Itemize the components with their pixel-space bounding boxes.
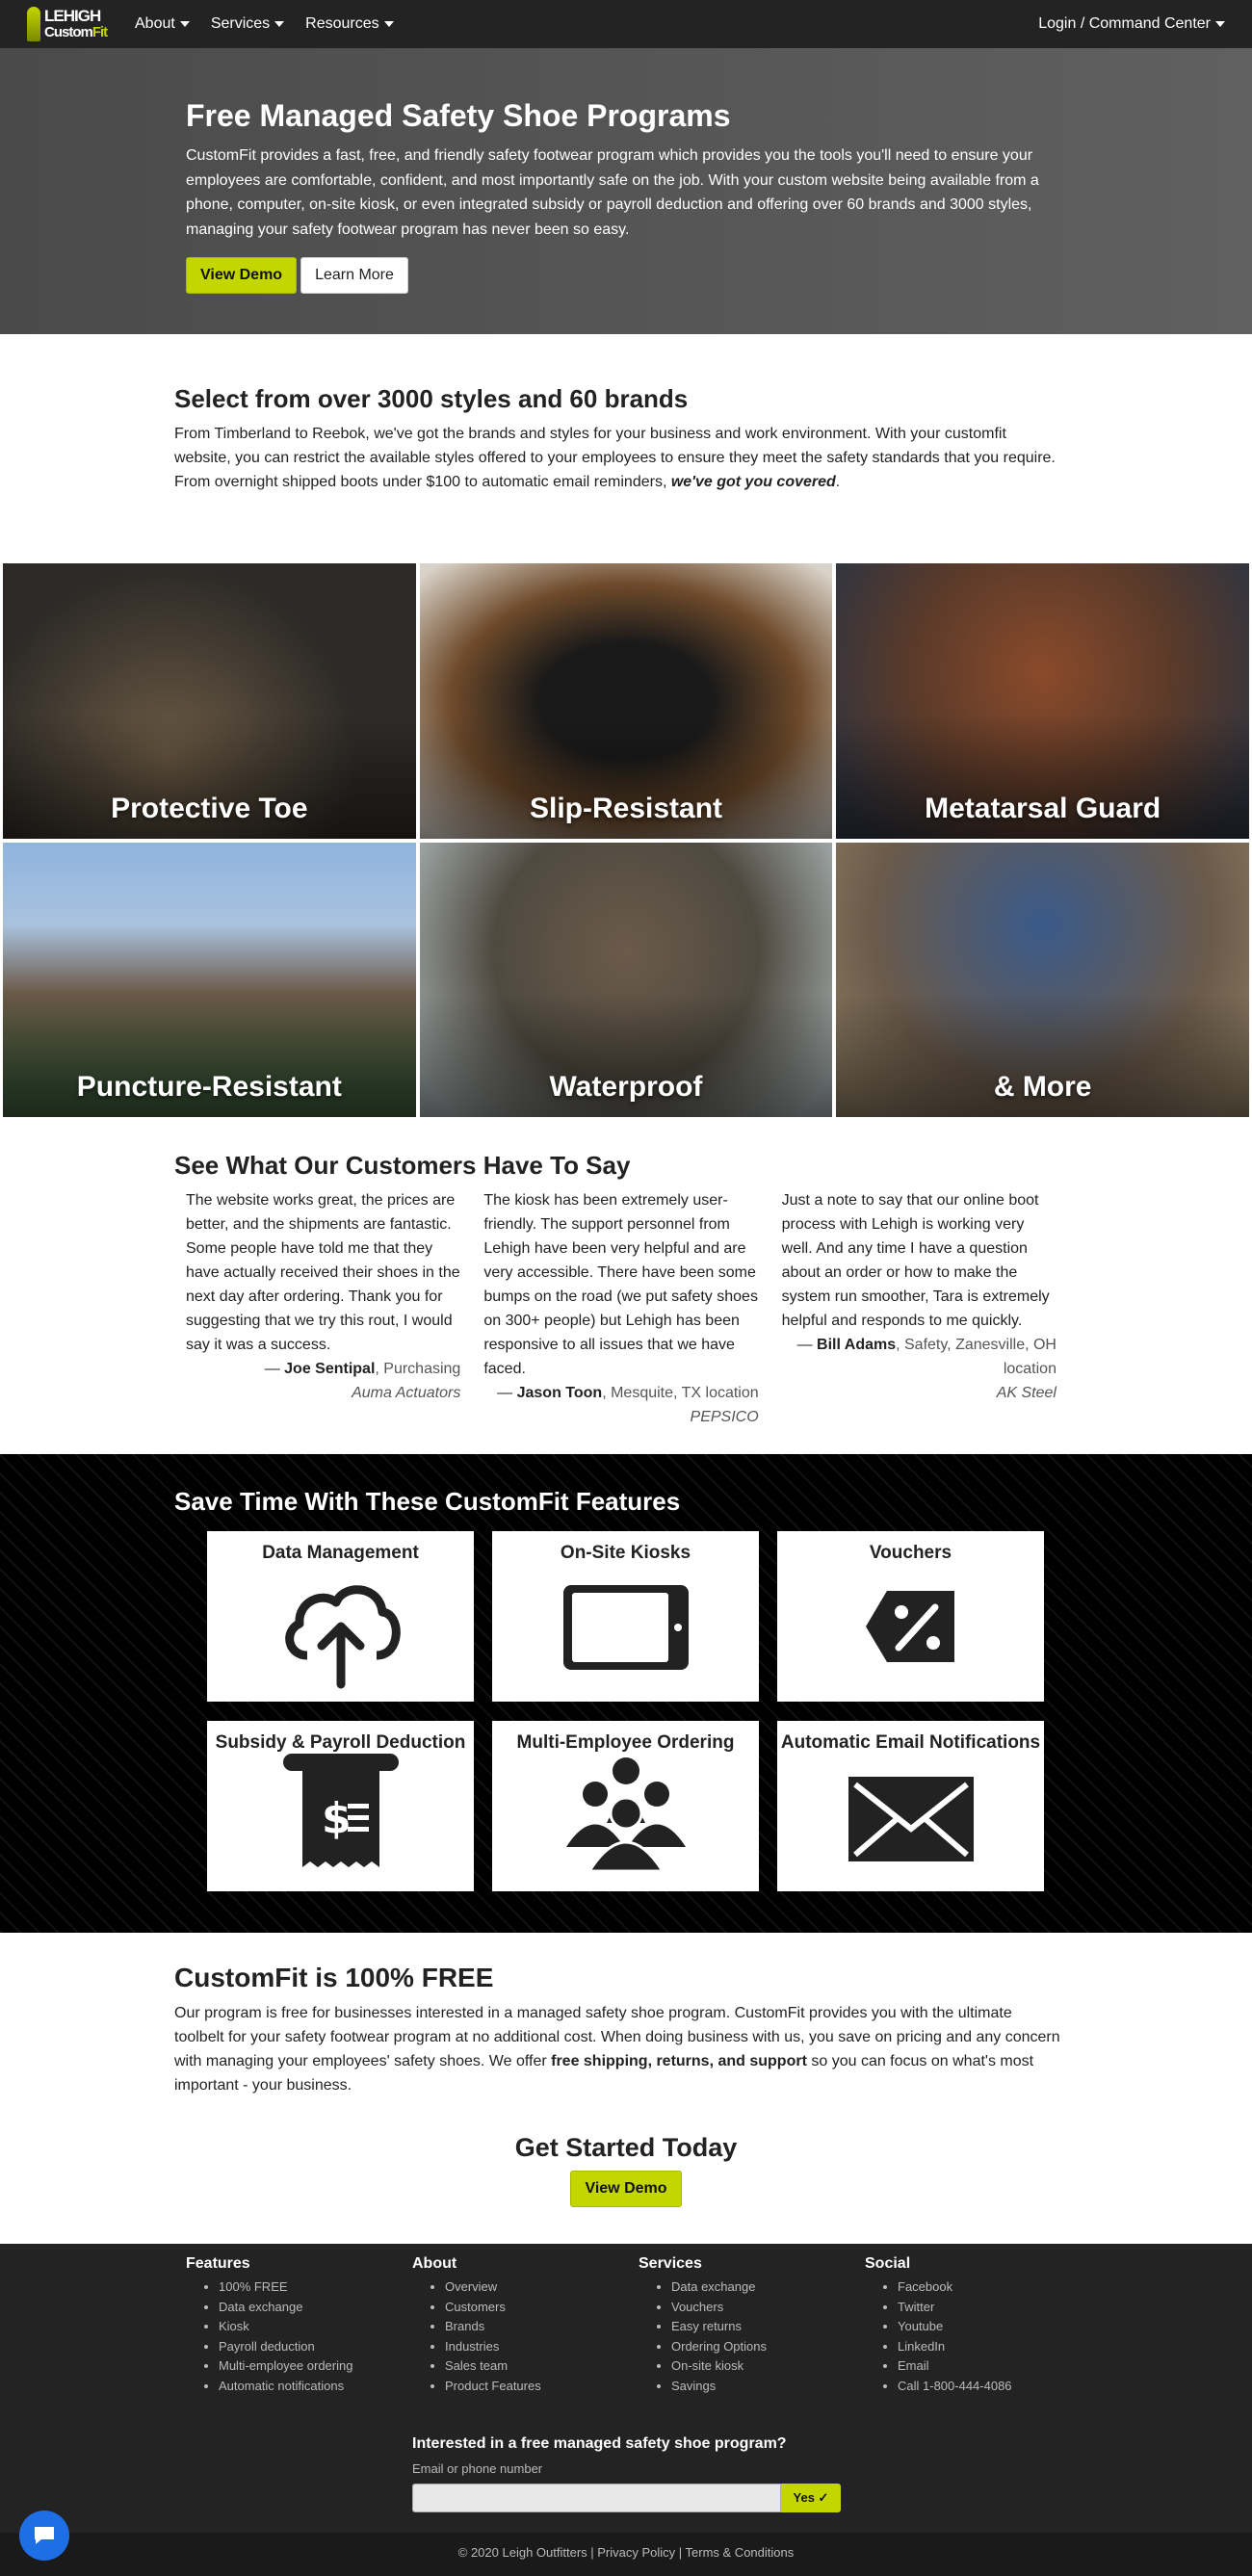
hero-text: CustomFit provides a fast, free, and fri… — [186, 147, 1039, 238]
users-icon — [565, 1757, 686, 1873]
features-title: Save Time With These CustomFit Features — [174, 1487, 681, 1516]
copyright-bar: © 2020 Leigh Outfitters | Privacy Policy… — [0, 2533, 1252, 2576]
footer-link[interactable]: Call 1-800-444-4086 — [898, 2377, 1091, 2397]
receipt-icon: $ — [282, 1754, 399, 1867]
caret-down-icon — [179, 21, 190, 27]
nav-about[interactable]: About — [135, 15, 190, 33]
tile-waterproof[interactable]: Waterproof — [419, 842, 833, 1117]
learn-more-button[interactable]: Learn More — [300, 257, 408, 294]
footer-link[interactable]: 100% FREE — [219, 2277, 412, 2298]
top-nav: LEHIGH CustomFit About Services Resource… — [0, 0, 1252, 48]
footer-link[interactable]: Industries — [445, 2337, 639, 2357]
footer: Features 100% FREE Data exchange Kiosk P… — [0, 2244, 1252, 2533]
signup-label: Email or phone number — [412, 2461, 543, 2476]
cloud-upload-icon — [284, 1585, 401, 1689]
footer-link[interactable]: Overview — [445, 2277, 639, 2298]
get-started-title: Get Started Today — [514, 2133, 738, 2162]
footer-link[interactable]: Multi-employee ordering — [219, 2356, 412, 2377]
footer-link[interactable]: Vouchers — [671, 2298, 865, 2318]
percent-tag-icon — [865, 1591, 954, 1662]
free-text: Our program is free for businesses inter… — [174, 2005, 1060, 2094]
logo-text-custom: Custom — [44, 24, 93, 40]
signup-title: Interested in a free managed safety shoe… — [412, 2435, 787, 2452]
footer-link[interactable]: Customers — [445, 2298, 639, 2318]
testimonials-title: See What Our Customers Have To Say — [174, 1151, 631, 1180]
chat-button[interactable] — [19, 2511, 69, 2561]
footer-col-social: Social Facebook Twitter Youtube LinkedIn… — [865, 2255, 1091, 2396]
footer-link[interactable]: Easy returns — [671, 2317, 865, 2337]
footer-link[interactable]: Twitter — [898, 2298, 1091, 2318]
feature-vouchers[interactable]: Vouchers — [777, 1531, 1044, 1702]
get-started-demo-button[interactable]: View Demo — [570, 2171, 682, 2207]
styles-text: From Timberland to Reebok, we've got the… — [174, 426, 1056, 490]
tile-metatarsal-guard[interactable]: Metatarsal Guard — [836, 563, 1249, 839]
feature-on-site-kiosks[interactable]: On-Site Kiosks — [492, 1531, 759, 1702]
footer-link[interactable]: Brands — [445, 2317, 639, 2337]
feature-data-management[interactable]: Data Management — [207, 1531, 474, 1702]
hero-title: Free Managed Safety Shoe Programs — [186, 98, 731, 133]
footer-link[interactable]: LinkedIn — [898, 2337, 1091, 2357]
styles-title: Select from over 3000 styles and 60 bran… — [174, 384, 689, 413]
footer-link[interactable]: Youtube — [898, 2317, 1091, 2337]
testimonial: Just a note to say that our online boot … — [781, 1192, 1056, 1401]
view-demo-button[interactable]: View Demo — [186, 257, 298, 294]
caret-down-icon — [274, 21, 285, 27]
chat-bubble-icon — [35, 2527, 54, 2544]
logo-mark-icon — [27, 7, 40, 41]
footer-link[interactable]: Product Features — [445, 2377, 639, 2397]
hero-section: Free Managed Safety Shoe Programs Custom… — [0, 48, 1252, 334]
nav-services[interactable]: Services — [211, 15, 285, 33]
feature-multi-employee[interactable]: Multi-Employee Ordering — [492, 1721, 759, 1891]
testimonial: The website works great, the prices are … — [186, 1192, 461, 1401]
footer-link[interactable]: Automatic notifications — [219, 2377, 412, 2397]
feature-subsidy-payroll[interactable]: Subsidy & Payroll Deduction $ — [207, 1721, 474, 1891]
footer-link[interactable]: On-site kiosk — [671, 2356, 865, 2377]
footer-link[interactable]: Data exchange — [671, 2277, 865, 2298]
get-started-section: Get Started Today View Demo — [0, 2133, 1252, 2207]
footer-link[interactable]: Sales team — [445, 2356, 639, 2377]
free-section: CustomFit is 100% FREE Our program is fr… — [174, 1963, 1060, 2097]
footer-col-services: Services Data exchange Vouchers Easy ret… — [639, 2255, 865, 2396]
tile-slip-resistant[interactable]: Slip-Resistant — [419, 563, 833, 839]
tablet-icon — [562, 1585, 689, 1670]
footer-link[interactable]: Data exchange — [219, 2298, 412, 2318]
footer-col-features: Features 100% FREE Data exchange Kiosk P… — [186, 2255, 412, 2396]
nav-login[interactable]: Login / Command Center — [1038, 15, 1225, 33]
footer-link[interactable]: Kiosk — [219, 2317, 412, 2337]
email-phone-input[interactable] — [412, 2484, 781, 2512]
caret-down-icon — [1215, 21, 1225, 27]
svg-text:$: $ — [322, 1794, 352, 1843]
footer-link[interactable]: Payroll deduction — [219, 2337, 412, 2357]
features-section: Save Time With These CustomFit Features … — [0, 1454, 1252, 1933]
caret-down-icon — [383, 21, 394, 27]
logo-text-fit: Fit — [91, 24, 108, 40]
footer-link[interactable]: Email — [898, 2356, 1091, 2377]
tile-puncture-resistant[interactable]: Puncture-Resistant — [3, 842, 416, 1117]
signup-form: Interested in a free managed safety shoe… — [412, 2435, 841, 2512]
testimonials-section: See What Our Customers Have To Say The w… — [174, 1151, 1080, 1429]
footer-link[interactable]: Savings — [671, 2377, 865, 2397]
signup-yes-button[interactable]: Yes ✓ — [781, 2484, 841, 2512]
feature-email-notifications[interactable]: Automatic Email Notifications — [777, 1721, 1044, 1891]
envelope-icon — [848, 1777, 974, 1861]
footer-link[interactable]: Ordering Options — [671, 2337, 865, 2357]
footer-col-about: About Overview Customers Brands Industri… — [412, 2255, 639, 2396]
nav-resources[interactable]: Resources — [305, 15, 394, 33]
tile-and-more[interactable]: & More — [836, 842, 1249, 1117]
lehigh-customfit-logo[interactable]: LEHIGH CustomFit — [27, 3, 108, 45]
logo-text-line1: LEHIGH — [44, 7, 101, 25]
tile-protective-toe[interactable]: Protective Toe — [3, 563, 416, 839]
testimonial: The kiosk has been extremely user-friend… — [483, 1192, 759, 1425]
category-grid: Protective Toe Slip-Resistant Metatarsal… — [3, 563, 1249, 1117]
footer-link[interactable]: Facebook — [898, 2277, 1091, 2298]
free-title: CustomFit is 100% FREE — [174, 1963, 494, 1992]
